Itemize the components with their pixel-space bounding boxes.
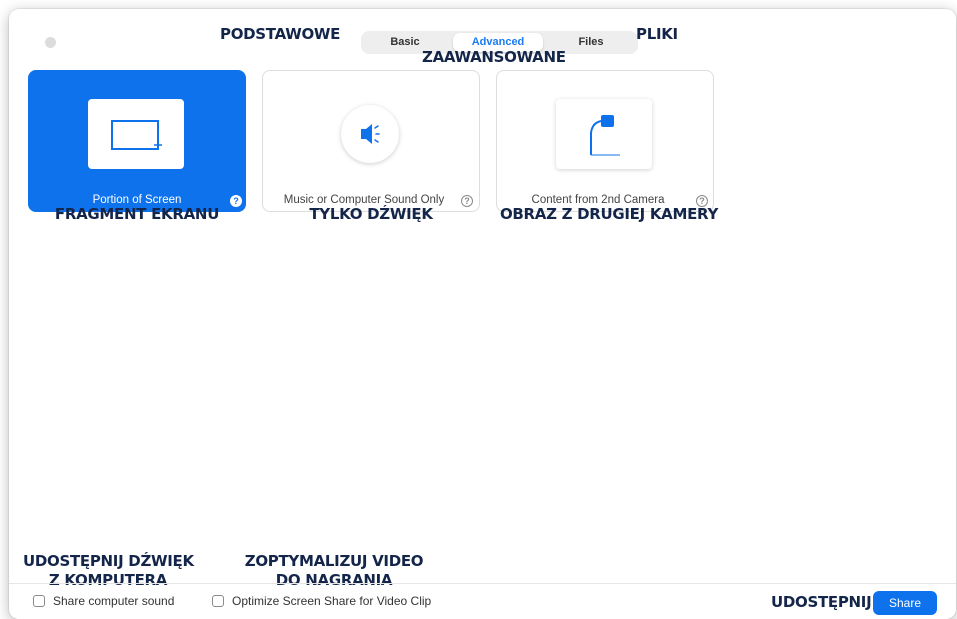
annotation-files: PLIKI — [636, 25, 678, 43]
annotation-advanced: ZAAWANSOWANE — [422, 48, 566, 66]
share-sound-label[interactable]: Share computer sound — [53, 594, 174, 608]
document-camera-icon — [590, 115, 620, 156]
card-portion-of-screen[interactable]: Portion of Screen ? — [28, 70, 246, 212]
share-screen-window: PODSTAWOWE Basic Advanced Files PLIKI ZA… — [9, 9, 956, 619]
annotation-sound-only: TYLKO DŹWIĘK — [309, 205, 433, 223]
screen-portion-icon — [111, 120, 162, 150]
card-computer-sound[interactable]: Music or Computer Sound Only ? — [262, 70, 480, 212]
speaker-icon-circle — [341, 105, 399, 163]
card-second-camera[interactable]: Content from 2nd Camera ? — [496, 70, 714, 212]
annotation-basic: PODSTAWOWE — [220, 25, 341, 43]
share-sound-checkbox[interactable] — [33, 595, 45, 607]
window-close-dot[interactable] — [45, 37, 56, 48]
annotation-share: UDOSTĘPNIJ — [771, 593, 872, 611]
annotation-portion: FRAGMENT EKRANU — [54, 205, 220, 223]
speaker-icon — [361, 124, 380, 144]
share-button[interactable]: Share — [873, 591, 937, 615]
optimize-checkbox[interactable] — [212, 595, 224, 607]
portion-icon-frame — [88, 99, 184, 169]
camera-icon-frame — [556, 99, 652, 169]
annotation-second-camera: OBRAZ Z DRUGIEJ KAMERY — [499, 205, 719, 223]
optimize-label[interactable]: Optimize Screen Share for Video Clip — [232, 594, 431, 608]
